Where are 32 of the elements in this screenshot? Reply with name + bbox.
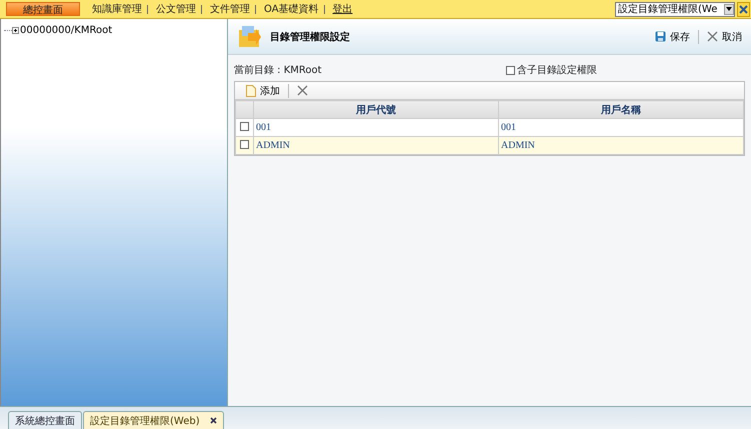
dropdown-arrow-icon	[726, 7, 732, 11]
window-select[interactable]: 設定目錄管理權限(We	[615, 2, 735, 16]
column-header[interactable]: 用戶名稱	[498, 100, 744, 118]
menu-link[interactable]: 公文管理	[156, 2, 196, 16]
add-button[interactable]: 添加	[243, 84, 283, 98]
table-cell: ADMIN	[254, 136, 498, 154]
expand-icon[interactable]	[12, 27, 19, 34]
menu-link[interactable]: 知識庫管理	[92, 2, 142, 16]
document-icon	[246, 84, 256, 96]
checkbox[interactable]	[240, 140, 249, 148]
logout-link[interactable]: 登出	[332, 2, 353, 16]
menu-link[interactable]: OA基礎資料	[264, 2, 319, 16]
checkbox[interactable]	[506, 66, 515, 74]
save-icon	[655, 31, 666, 42]
menu-link[interactable]: 文件管理	[210, 2, 250, 16]
checkbox-label: 含子目錄設定權限	[517, 64, 597, 77]
tab[interactable]: 設定目錄管理權限(Web)	[83, 411, 224, 429]
folder-icon	[238, 24, 262, 48]
cancel-button[interactable]: 取消	[704, 30, 745, 44]
tab[interactable]: 系統總控畫面	[8, 411, 82, 429]
close-button[interactable]	[737, 2, 750, 16]
column-header[interactable]: 用戶代號	[254, 100, 498, 118]
close-icon	[707, 31, 718, 42]
tree-item[interactable]: 00000000/KMRoot	[20, 25, 112, 36]
current-directory-label: 當前目錄 : KMRoot	[234, 64, 322, 77]
checkbox[interactable]	[240, 122, 249, 130]
save-button[interactable]: 保存	[652, 30, 693, 44]
close-icon[interactable]	[210, 417, 217, 424]
menu-button[interactable]: 總控畫面	[6, 2, 80, 16]
table-cell: ADMIN	[498, 136, 744, 154]
delete-icon	[297, 85, 308, 96]
panel-title: 目錄管理權限設定	[270, 30, 350, 44]
